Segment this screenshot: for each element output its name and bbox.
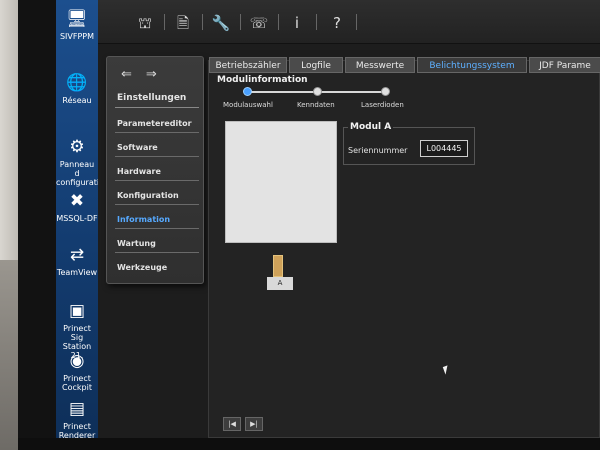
toolbar-separator: [202, 14, 203, 30]
tab-jdf-parameter[interactable]: JDF Parame: [529, 57, 600, 73]
desktop-icon-label: Panneau d configurati: [56, 160, 98, 187]
prinect-renderer-icon: ▤: [68, 399, 86, 419]
teamviewer-icon: ⇄: [69, 245, 85, 265]
serial-number-value: L004445: [420, 140, 468, 157]
sidebar-menu: ⇐⇒ Einstellungen Parametereditor Softwar…: [106, 56, 204, 284]
section-title: Modulinformation: [217, 75, 308, 85]
desktop-icon-prinect-renderer[interactable]: ▤ Prinect Renderer: [56, 398, 98, 440]
sidebar-item-hardware[interactable]: Hardware: [115, 163, 199, 181]
last-page-button[interactable]: ▶|: [245, 417, 263, 431]
toolbar-separator: [164, 14, 165, 30]
first-page-button[interactable]: |◀: [223, 417, 241, 431]
sidebar-item-konfiguration[interactable]: Konfiguration: [115, 187, 199, 205]
desktop-icon-mssql[interactable]: ✖ MSSQL-DF: [56, 190, 98, 223]
desktop-icon-control-panel[interactable]: ⚙ Panneau d configurati: [56, 136, 98, 187]
wrench-icon[interactable]: 🔧: [210, 12, 232, 34]
module-image: [225, 121, 337, 243]
desktop-icon-prinect-cockpit[interactable]: ◉ Prinect Cockpit: [56, 350, 98, 392]
monitor-bezel-bottom: [18, 438, 600, 450]
serial-number-label: Seriennummer: [348, 146, 408, 155]
step-modulauswahl-dot[interactable]: [243, 87, 252, 96]
tab-bar: Betriebszähler Logfile Messwerte Belicht…: [209, 57, 600, 75]
sidebar-item-software[interactable]: Software: [115, 139, 199, 157]
tab-betriebszaehler[interactable]: Betriebszähler: [209, 57, 287, 73]
toolbar-separator: [356, 14, 357, 30]
prinect-cockpit-icon: ◉: [69, 351, 85, 371]
sidebar-item-einstellungen[interactable]: Einstellungen: [115, 89, 199, 108]
toolbar-separator: [278, 14, 279, 30]
info-icon[interactable]: i: [286, 12, 308, 34]
desktop-icon-teamviewer[interactable]: ⇄ TeamView: [56, 244, 98, 277]
module-a-selector[interactable]: [273, 255, 283, 277]
sidebar-item-werkzeuge[interactable]: Werkzeuge: [115, 259, 199, 276]
step-laserdioden-dot[interactable]: [381, 87, 390, 96]
desktop-icon-label: MSSQL-DF: [56, 214, 98, 223]
last-page-icon: ▶|: [250, 420, 258, 428]
page-navigation: |◀ ▶|: [223, 417, 263, 431]
desktop-icon-computer[interactable]: 🖥 SIVFPPM: [56, 8, 98, 41]
monitor-bezel: [18, 0, 58, 450]
content-panel: Betriebszähler Logfile Messwerte Belicht…: [208, 57, 600, 438]
module-detail-box: Modul A Seriennummer L004445: [343, 122, 475, 165]
tab-belichtungssystem[interactable]: Belichtungssystem: [417, 57, 527, 73]
phone-icon[interactable]: ☏: [248, 12, 270, 34]
desktop-icon-network[interactable]: 🌐 Réseau: [56, 72, 98, 105]
module-a-label[interactable]: A: [267, 277, 293, 290]
step-kenndaten-dot[interactable]: [313, 87, 322, 96]
desktop: 🖥 SIVFPPM 🌐 Réseau ⚙ Panneau d configura…: [56, 0, 98, 440]
toolbar-separator: [240, 14, 241, 30]
computer-icon: 🖥: [66, 9, 88, 29]
desktop-icon-label: Prinect Cockpit: [62, 374, 92, 392]
application-window: ⛫ 🗎 🔧 ☏ i ? ⇐⇒ Einstellungen Parametered…: [98, 0, 600, 438]
first-page-icon: |◀: [228, 420, 236, 428]
desktop-icon-label: Réseau: [62, 96, 92, 105]
document-icon[interactable]: 🗎: [172, 12, 194, 34]
step-label: Modulauswahl: [223, 101, 273, 109]
network-icon: 🌐: [66, 73, 88, 93]
toolbar: ⛫ 🗎 🔧 ☏ i ?: [98, 0, 600, 44]
desktop-icon-label: TeamView: [56, 268, 98, 277]
step-label: Laserdioden: [361, 101, 404, 109]
sidebar-item-wartung[interactable]: Wartung: [115, 235, 199, 253]
tab-messwerte[interactable]: Messwerte: [345, 57, 415, 73]
machine-icon[interactable]: ⛫: [134, 12, 156, 34]
sidebar-item-information[interactable]: Information: [115, 211, 199, 229]
sidebar-item-parametereditor[interactable]: Parametereditor: [115, 115, 199, 133]
module-detail-title: Modul A: [348, 122, 394, 132]
tab-logfile[interactable]: Logfile: [289, 57, 343, 73]
prinect-icon: ▣: [68, 301, 86, 321]
desktop-icon-label: SIVFPPM: [59, 32, 95, 41]
step-label: Kenndaten: [297, 101, 335, 109]
help-icon[interactable]: ?: [326, 12, 348, 34]
sidebar-nav-arrows-icon[interactable]: ⇐⇒: [121, 67, 171, 82]
tools-icon: ✖: [69, 191, 85, 211]
toolbar-separator: [316, 14, 317, 30]
control-panel-icon: ⚙: [69, 137, 85, 157]
